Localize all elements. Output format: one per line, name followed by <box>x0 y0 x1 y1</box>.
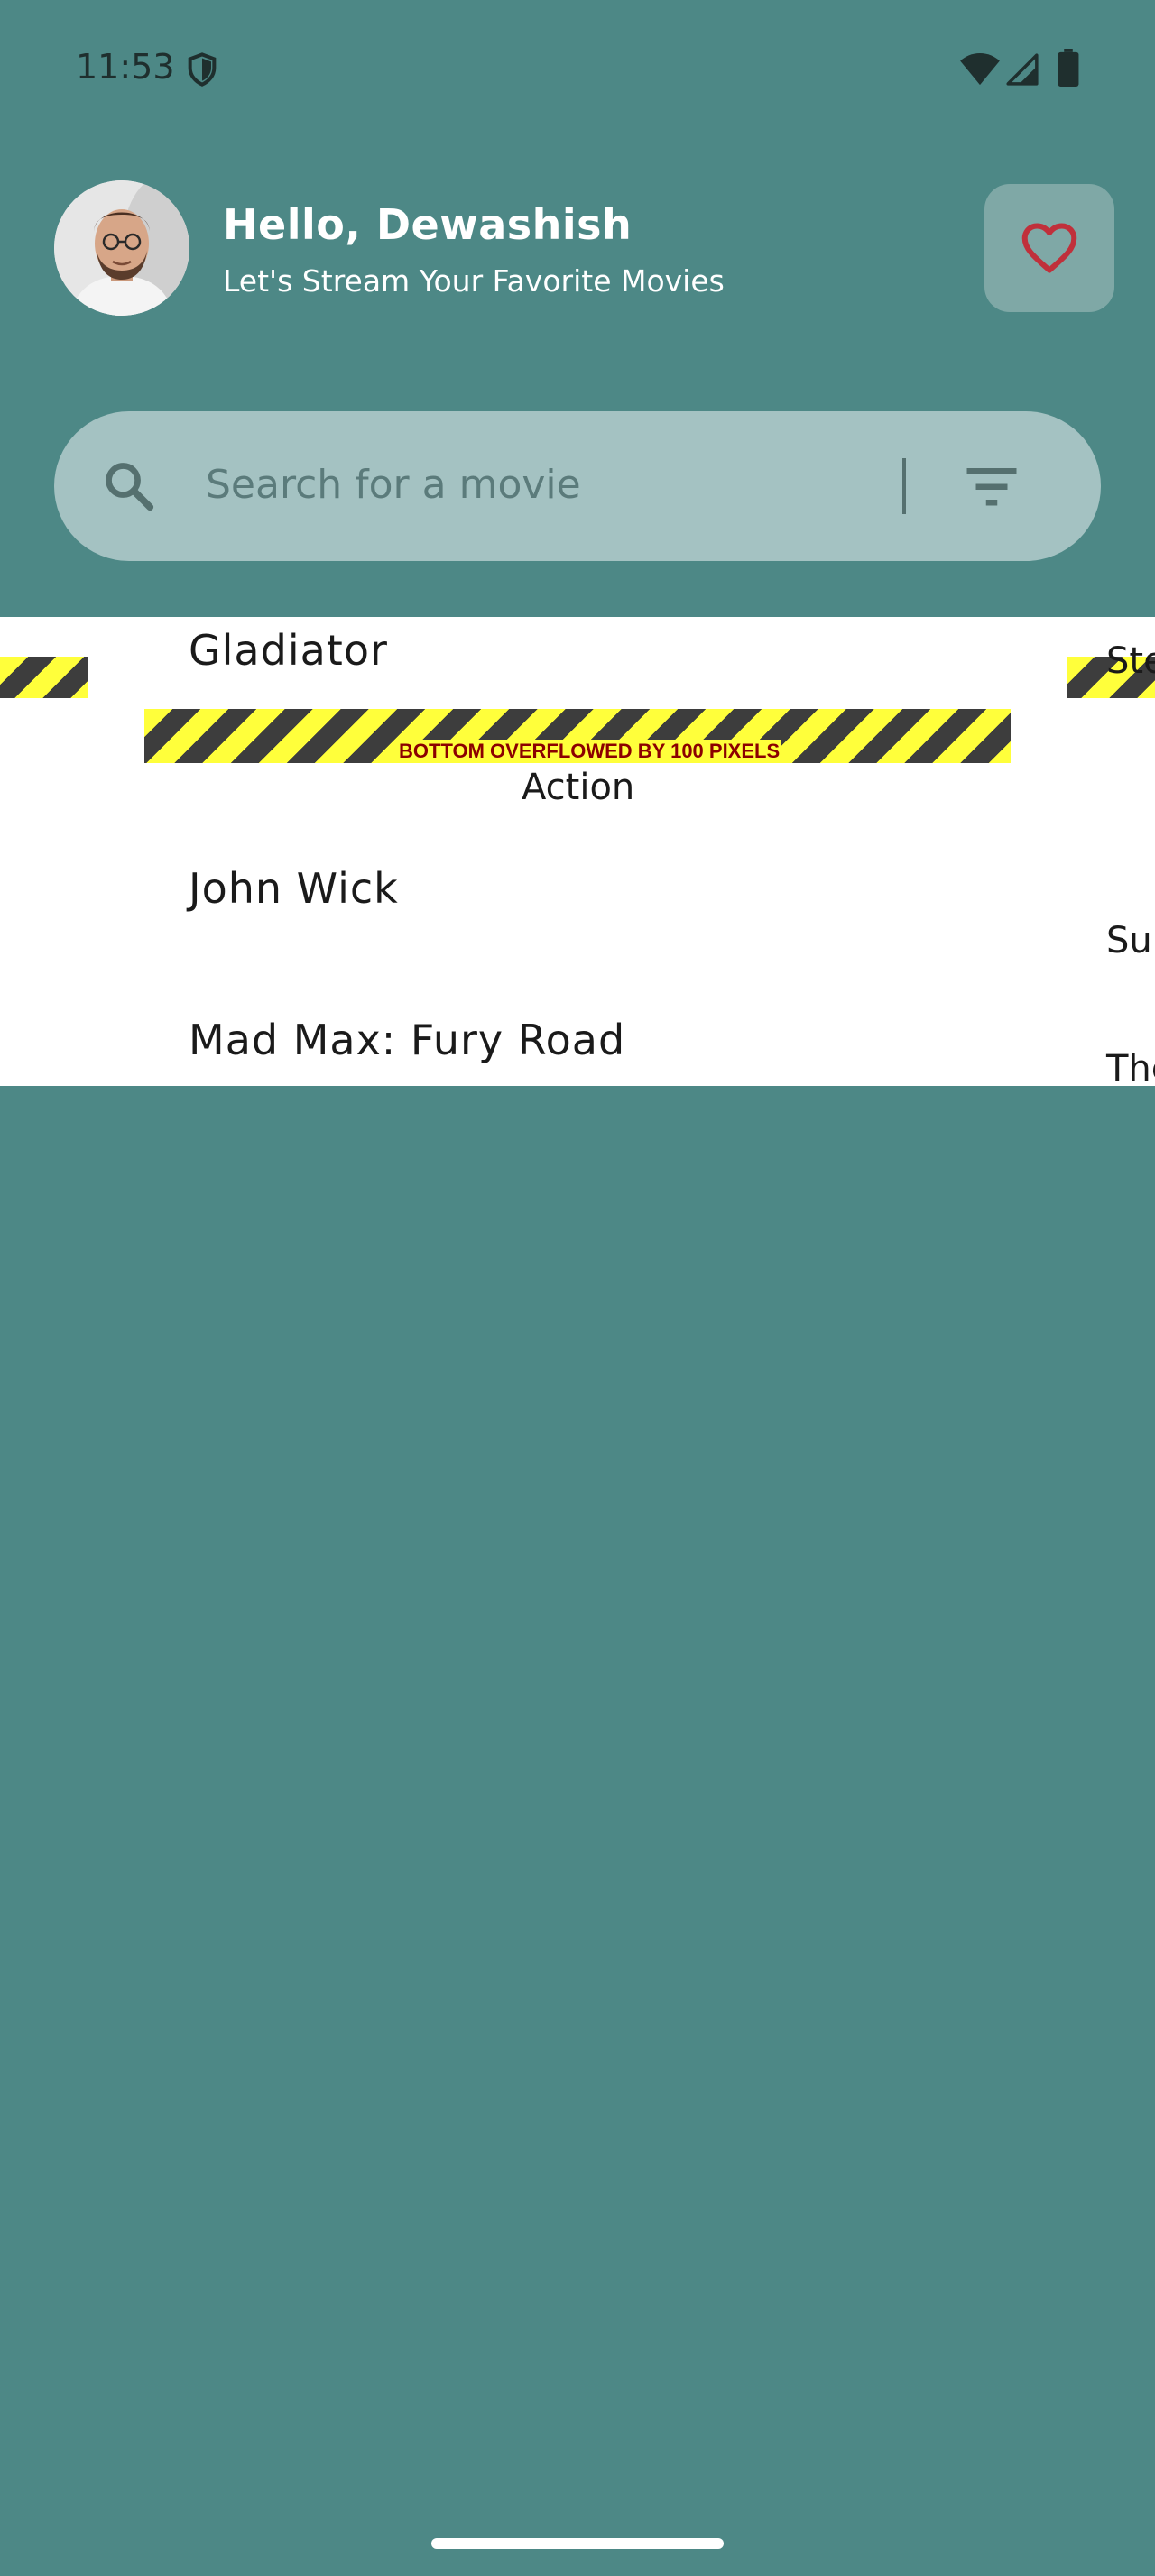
movie-title-gladiator[interactable]: Gladiator <box>189 626 388 675</box>
genre-label: Action <box>522 767 635 808</box>
movie-title-mad-max[interactable]: Mad Max: Fury Road <box>189 1016 625 1064</box>
battery-icon <box>1058 49 1079 87</box>
overflow-stripe-left <box>0 657 88 698</box>
search-bar[interactable]: Search for a movie <box>54 411 1101 561</box>
status-time: 11:53 <box>76 47 175 87</box>
home-indicator[interactable] <box>431 2538 724 2549</box>
clipped-movie-title: Ste <box>1106 640 1155 682</box>
greeting-subtitle: Let's Stream Your Favorite Movies <box>223 263 725 299</box>
greeting-title: Hello, Dewashish <box>223 200 633 249</box>
wifi-icon <box>960 52 1000 86</box>
shield-icon <box>188 52 217 87</box>
overflow-warning: BOTTOM OVERFLOWED BY 100 PIXELS <box>397 740 782 763</box>
search-divider <box>902 458 906 514</box>
search-input[interactable]: Search for a movie <box>206 462 581 508</box>
favorites-button[interactable] <box>984 184 1114 312</box>
avatar[interactable] <box>54 180 189 316</box>
status-bar: 11:53 <box>0 0 1155 135</box>
clipped-movie-title: The <box>1106 1048 1155 1086</box>
heart-icon <box>1021 223 1077 273</box>
filter-icon[interactable] <box>964 464 1020 509</box>
avatar-image <box>54 180 189 316</box>
search-icon[interactable] <box>101 458 157 514</box>
movie-list-panel: Ste Gladiator BOTTOM OVERFLOWED BY 100 P… <box>0 617 1155 1086</box>
clipped-movie-title: Sup <box>1106 920 1155 961</box>
movie-title-john-wick[interactable]: John Wick <box>189 864 399 913</box>
signal-icon <box>1006 53 1039 86</box>
